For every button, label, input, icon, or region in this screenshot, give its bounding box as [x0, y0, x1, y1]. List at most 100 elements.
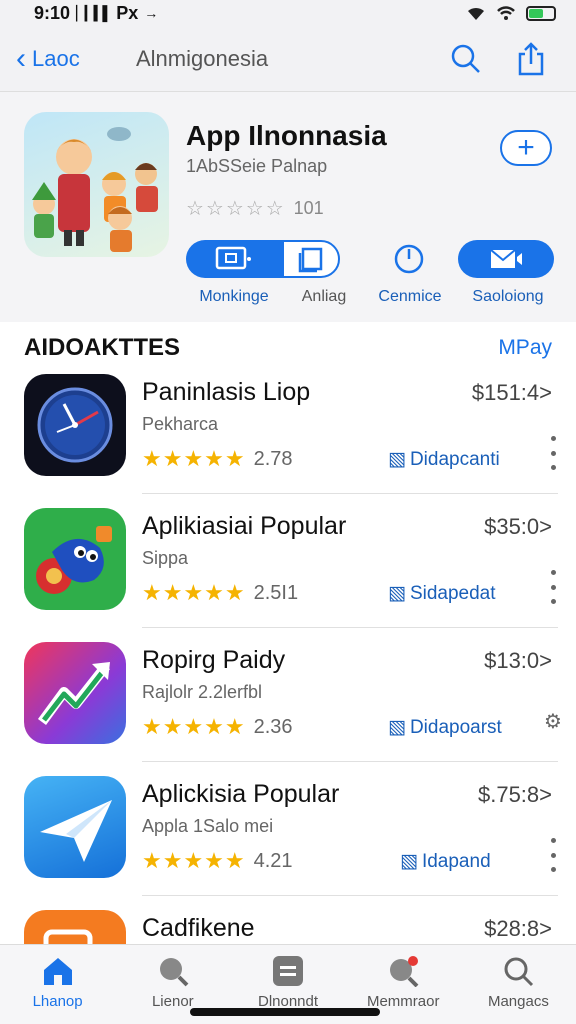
add-button[interactable]: + [500, 130, 552, 166]
action-row: Monkinge Anliag Cenmice Saoloiong [186, 240, 556, 320]
app-icon[interactable] [24, 112, 169, 257]
action-label-cenmice: Cenmice [378, 288, 442, 305]
app-subtitle: Pekharca [142, 414, 219, 434]
download-icon: ▧ [388, 717, 406, 738]
page-title: Alnmigonesia [136, 45, 269, 71]
tab-label: Lienor [151, 993, 194, 1010]
status-time: 9:10 [34, 2, 71, 23]
app-name[interactable]: Paninlasis Liop [142, 378, 310, 407]
app-subtitle: Rajlolr 2.2lerfbl [142, 682, 263, 702]
share-icon[interactable] [516, 41, 546, 76]
action-button-cenmice[interactable] [382, 240, 436, 278]
settings-icon[interactable]: ⚙ [544, 704, 562, 738]
wifi-strength-icon [497, 6, 515, 20]
download-button[interactable]: ▧ Idapand [400, 850, 491, 873]
app-header: App Ilnonnasia 1AbSSeie Palnap ☆☆☆☆☆ 101… [0, 92, 576, 322]
app-rating: ☆☆☆☆☆ 101 [186, 196, 324, 221]
app-list: Paninlasis Liop $151:4> Pekharca ★★★★★ 2… [0, 374, 576, 1024]
clock-app-icon[interactable] [24, 374, 126, 476]
tab-home[interactable]: Lhanop [0, 945, 115, 1024]
back-button[interactable]: ‹ Laoc [16, 41, 136, 75]
home-icon [43, 958, 72, 985]
app-name[interactable]: Ropirg Paidy [142, 646, 285, 675]
download-label: Didapoarst [409, 716, 502, 738]
app-rating: ★★★★★ 2.5I1 [142, 580, 298, 606]
trend-app-icon[interactable] [24, 642, 126, 744]
plus-icon: + [517, 131, 535, 164]
tab-label: Memmraor [366, 993, 440, 1010]
app-price: $.75:8> [477, 782, 552, 807]
list-item[interactable]: Aplikiasiai Popular $35:0> Sippa ★★★★★ 2… [0, 508, 576, 642]
list-item[interactable]: Ropirg Paidy $13:0> Rajlolr 2.2lerfbl ★★… [0, 642, 576, 776]
rating-count: 101 [293, 198, 324, 218]
tab-label: Mangacs [487, 993, 549, 1010]
more-options-icon[interactable] [548, 838, 558, 872]
download-button[interactable]: ▧ Didapoarst [388, 716, 502, 739]
app-name[interactable]: Cadfikene [142, 914, 255, 943]
action-button-anliag[interactable] [282, 240, 340, 278]
app-price: $13:0> [484, 648, 552, 673]
status-bar: 9:10 ▏▎▍▌ Px → [0, 0, 576, 26]
app-name[interactable]: Aplikiasiai Popular [142, 512, 346, 541]
app-rating: ★★★★★ 2.78 [142, 446, 293, 472]
more-options-icon[interactable] [548, 436, 558, 470]
cast-icon [215, 246, 251, 270]
app-score: 2.5I1 [253, 581, 299, 604]
download-icon: ▧ [388, 583, 406, 604]
star-rating-icon: ★★★★★ [142, 714, 246, 739]
send-app-icon[interactable] [24, 776, 126, 878]
section-title: AIDOAKTTES [24, 334, 180, 361]
action-label-anliag: Anliag [301, 288, 347, 305]
tab-label: Lhanop [32, 993, 83, 1010]
download-icon: ▧ [388, 449, 406, 470]
section-header: AIDOAKTTES MPay [0, 322, 576, 374]
app-price: $151:4> [471, 380, 552, 405]
action-button-monkinge[interactable] [186, 240, 282, 278]
home-indicator[interactable] [190, 1008, 380, 1016]
tab-manage[interactable]: Mangacs [461, 945, 576, 1024]
app-price: $35:0> [484, 514, 552, 539]
star-rating-icon: ★★★★★ [142, 446, 246, 471]
chevron-left-icon: ‹ [16, 41, 26, 75]
list-item[interactable]: Aplickisia Popular $.75:8> Appla 1Salo m… [0, 776, 576, 910]
app-name[interactable]: Aplickisia Popular [142, 780, 339, 809]
star-rating-icon: ★★★★★ [142, 580, 246, 605]
carrier-label: Px [116, 2, 139, 23]
battery-icon [526, 5, 556, 21]
app-rating: ★★★★★ 4.21 [142, 848, 293, 874]
download-button[interactable]: ▧ Didapcanti [388, 448, 500, 471]
star-rating-icon: ★★★★★ [142, 848, 246, 873]
divider [142, 895, 558, 896]
app-rating: ★★★★★ 2.36 [142, 714, 293, 740]
signal-icon: ▏▎▍▌ [76, 4, 112, 21]
search-icon [159, 958, 189, 987]
app-score: 4.21 [253, 849, 293, 872]
mail-icon [490, 249, 522, 268]
app-title: App Ilnonnasia [186, 120, 387, 151]
app-score: 2.36 [253, 715, 293, 738]
divider [142, 761, 558, 762]
action-button-saoloiong[interactable] [458, 240, 554, 278]
navigation-bar: ‹ Laoc Alnmigonesia [0, 26, 576, 92]
section-link[interactable]: MPay [498, 336, 552, 360]
menu-icon [273, 956, 303, 986]
more-options-icon[interactable] [548, 570, 558, 604]
download-button[interactable]: ▧ Sidapedat [388, 582, 496, 605]
app-price: $28:8> [484, 916, 552, 941]
search-icon[interactable] [450, 43, 482, 75]
action-label-monkinge: Monkinge [199, 288, 269, 305]
search-icon [504, 957, 534, 987]
app-subtitle: 1AbSSeie Palnap [186, 156, 328, 176]
divider [142, 493, 558, 494]
app-subtitle: Appla 1Salo mei [142, 816, 274, 836]
download-label: Sidapedat [409, 582, 496, 604]
star-outline-icon: ☆☆☆☆☆ [186, 198, 286, 220]
stack-icon [298, 247, 323, 273]
action-label-saoloiong: Saoloiong [472, 288, 544, 305]
wifi-icon [468, 7, 484, 21]
download-icon: ▧ [400, 851, 418, 872]
divider [142, 627, 558, 628]
back-label: Laoc [32, 45, 80, 71]
list-item[interactable]: Paninlasis Liop $151:4> Pekharca ★★★★★ 2… [0, 374, 576, 508]
game-app-icon[interactable] [24, 508, 126, 610]
